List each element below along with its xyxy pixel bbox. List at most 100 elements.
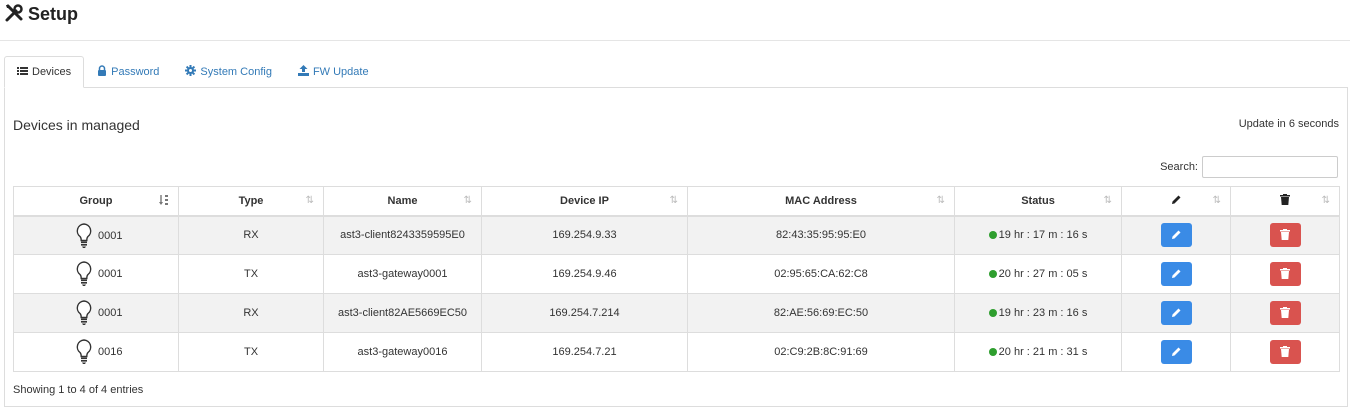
cell-delete (1230, 293, 1340, 333)
cell-status: 20 hr : 21 m : 31 s (954, 332, 1122, 372)
lock-icon (97, 65, 107, 79)
lightbulb-icon (76, 300, 92, 329)
delete-button[interactable] (1269, 262, 1301, 286)
cell-group: 0001 (13, 254, 179, 294)
cell-mac-address: 82:43:35:95:95:E0 (687, 215, 955, 255)
cell-edit (1121, 293, 1231, 333)
table-row: 0001 RX ast3-client82AE5669EC50 169.254.… (13, 293, 1340, 333)
tools-icon (4, 3, 24, 26)
status-online-icon (988, 309, 997, 317)
column-header-status[interactable]: Status ⇅ (954, 186, 1122, 217)
cell-mac-address: 02:C9:2B:8C:91:69 (687, 332, 955, 372)
group-value: 0016 (98, 346, 123, 358)
cell-type: TX (178, 254, 324, 294)
column-header-mac-address[interactable]: MAC Address ⇅ (687, 186, 955, 217)
cell-status: 20 hr : 27 m : 05 s (954, 254, 1122, 294)
table-info: Showing 1 to 4 of 4 entries (13, 384, 144, 396)
table-row: 0001 TX ast3-gateway0001 169.254.9.46 02… (13, 254, 1340, 294)
sort-both-icon: ⇅ (1212, 195, 1221, 206)
table-header-row: Group Type ⇅ Name ⇅ Device IP ⇅ MAC Addr… (13, 186, 1340, 217)
sort-both-icon: ⇅ (305, 195, 314, 206)
edit-button[interactable] (1160, 262, 1192, 286)
group-value: 0001 (98, 229, 123, 242)
cell-edit (1121, 332, 1231, 372)
trash-icon (1280, 193, 1290, 208)
table-row: 0001 RX ast3-client8243359595E0 169.254.… (13, 215, 1340, 255)
lightbulb-icon (76, 261, 92, 290)
cell-name: ast3-gateway0001 (323, 254, 482, 294)
cell-type: RX (178, 215, 324, 255)
tab-devices[interactable]: Devices (4, 56, 85, 88)
search-box: Search: (1160, 156, 1338, 178)
pencil-icon (1171, 306, 1182, 321)
delete-button[interactable] (1269, 340, 1301, 364)
column-header-delete[interactable]: ⇅ (1230, 186, 1340, 217)
column-header-device-ip[interactable]: Device IP ⇅ (481, 186, 688, 217)
column-header-edit[interactable]: ⇅ (1121, 186, 1231, 217)
cell-group: 0001 (13, 215, 179, 255)
cell-group: 0016 (13, 332, 179, 372)
edit-button[interactable] (1160, 340, 1192, 364)
edit-button[interactable] (1160, 223, 1192, 248)
devices-panel: Devices in managed Update in 6 seconds S… (4, 87, 1348, 407)
cell-name: ast3-gateway0016 (323, 332, 482, 372)
sort-asc-icon (159, 195, 169, 209)
pencil-icon (1171, 267, 1182, 282)
cell-device-ip: 169.254.7.214 (481, 293, 688, 333)
upload-icon (297, 65, 309, 79)
devices-table: Group Type ⇅ Name ⇅ Device IP ⇅ MAC Addr… (13, 186, 1340, 372)
cell-name: ast3-client8243359595E0 (323, 215, 482, 255)
sort-both-icon: ⇅ (936, 195, 945, 206)
status-online-icon (988, 231, 997, 240)
tab-system-config[interactable]: System Config (172, 56, 285, 88)
status-online-icon (988, 270, 997, 278)
cell-edit (1121, 254, 1231, 294)
cell-delete (1230, 332, 1340, 372)
cell-status: 19 hr : 23 m : 16 s (954, 293, 1122, 333)
tab-password[interactable]: Password (84, 56, 172, 88)
gear-icon (185, 65, 197, 79)
cell-type: RX (178, 293, 324, 333)
table-row: 0016 TX ast3-gateway0016 169.254.7.21 02… (13, 332, 1340, 372)
cell-delete (1230, 215, 1340, 255)
panel-title: Devices in managed (13, 117, 140, 133)
tab-label: System Config (200, 66, 272, 78)
status-uptime: 19 hr : 23 m : 16 s (998, 307, 1088, 319)
column-header-type[interactable]: Type ⇅ (178, 186, 324, 217)
column-header-group[interactable]: Group (13, 186, 179, 217)
sort-both-icon: ⇅ (463, 195, 472, 206)
cell-mac-address: 82:AE:56:69:EC:50 (687, 293, 955, 333)
lightbulb-icon (76, 339, 92, 368)
delete-button[interactable] (1269, 223, 1301, 248)
status-uptime: 20 hr : 21 m : 31 s (998, 346, 1088, 358)
pencil-icon (1171, 195, 1182, 208)
sort-both-icon: ⇅ (669, 195, 678, 206)
search-label: Search: (1160, 161, 1198, 173)
tab-label: Devices (32, 66, 72, 78)
trash-icon (1280, 228, 1290, 243)
edit-button[interactable] (1160, 301, 1192, 325)
cell-name: ast3-client82AE5669EC50 (323, 293, 482, 333)
delete-button[interactable] (1269, 301, 1301, 325)
column-header-name[interactable]: Name ⇅ (323, 186, 482, 217)
search-input[interactable] (1202, 156, 1338, 178)
status-uptime: 20 hr : 27 m : 05 s (998, 268, 1088, 280)
cell-device-ip: 169.254.7.21 (481, 332, 688, 372)
status-online-icon (988, 348, 997, 356)
cell-device-ip: 169.254.9.46 (481, 254, 688, 294)
tab-fw-update[interactable]: FW Update (285, 56, 382, 88)
update-countdown: Update in 6 seconds (1238, 118, 1339, 130)
group-value: 0001 (98, 268, 123, 280)
tab-label: Password (111, 66, 160, 78)
cell-edit (1121, 215, 1231, 255)
sort-both-icon: ⇅ (1103, 195, 1112, 206)
page-header: Setup (0, 0, 1350, 41)
cell-status: 19 hr : 17 m : 16 s (954, 215, 1122, 255)
pencil-icon (1171, 345, 1182, 360)
cell-mac-address: 02:95:65:CA:62:C8 (687, 254, 955, 294)
pencil-icon (1171, 228, 1182, 243)
cell-type: TX (178, 332, 324, 372)
cell-device-ip: 169.254.9.33 (481, 215, 688, 255)
page-title: Setup (4, 3, 78, 26)
list-icon (17, 66, 28, 79)
